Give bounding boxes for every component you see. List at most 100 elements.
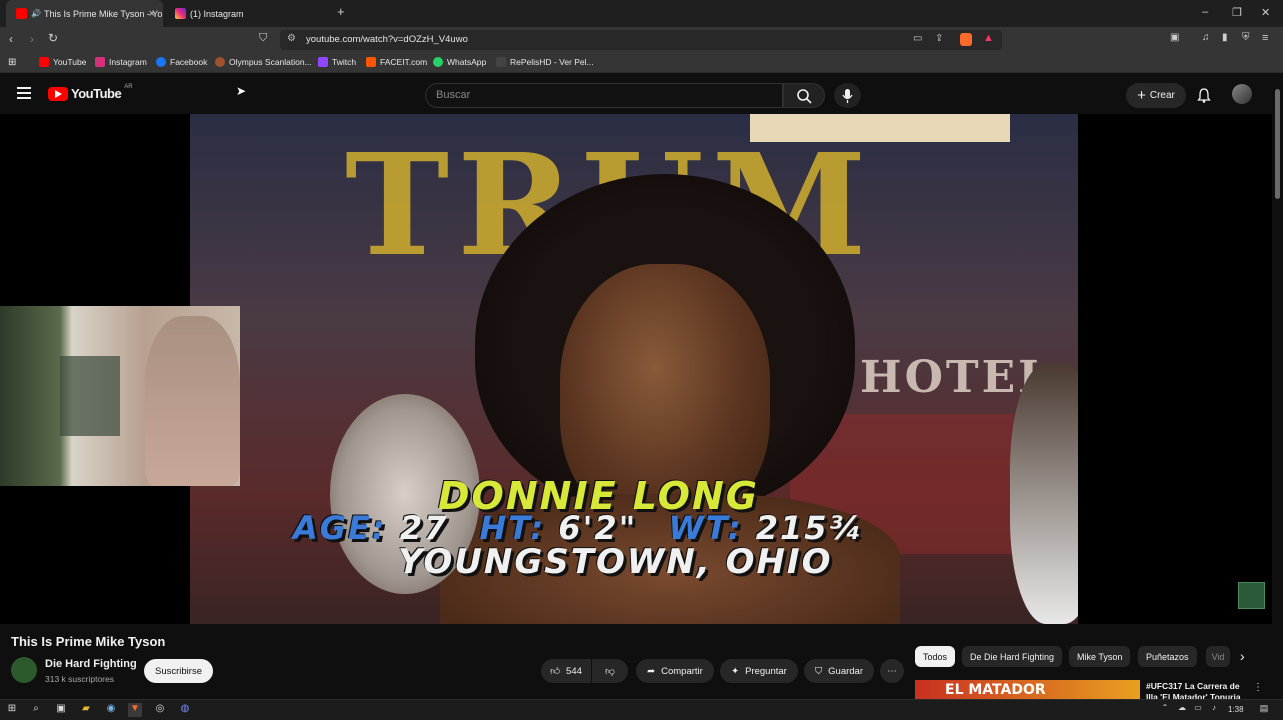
related-video-thumbnail[interactable]: EL MATADOR (915, 680, 1140, 700)
sparkle-icon: ✦ (731, 665, 740, 677)
steam-icon[interactable]: ◉ (104, 703, 118, 717)
menu-icon[interactable]: ≡ (1262, 32, 1268, 44)
chip-videos[interactable]: Vid (1206, 646, 1230, 667)
bookmark-repelishd[interactable]: RePelisHD - Ver Pel... (496, 57, 594, 67)
chevron-right-icon[interactable]: › (1240, 648, 1245, 664)
tray-chevron-icon[interactable]: ⌃ (1158, 703, 1172, 717)
tray-network-icon[interactable]: ▭ (1191, 703, 1205, 717)
create-button[interactable]: + Crear (1126, 83, 1186, 108)
chip-punches[interactable]: Puñetazos (1138, 646, 1197, 667)
bookmark-instagram[interactable]: Instagram (95, 57, 147, 67)
like-button[interactable]: 👍︎ 544 (541, 659, 591, 683)
webcam-overlay (0, 306, 240, 486)
tray-volume-icon[interactable]: ♪ (1207, 703, 1221, 717)
bookmark-whatsapp[interactable]: WhatsApp (433, 57, 486, 67)
youtube-logo[interactable]: YouTube AR (48, 83, 133, 101)
hamburger-menu-icon[interactable] (17, 87, 31, 99)
tray-cloud-icon[interactable]: ☁ (1175, 703, 1189, 717)
voice-search-button[interactable] (834, 83, 861, 108)
search-button[interactable] (783, 83, 825, 108)
close-tab-icon[interactable]: × (149, 8, 155, 20)
bookmark-icon[interactable]: ⛉ (259, 32, 267, 45)
ask-button[interactable]: ✦ Preguntar (720, 659, 798, 683)
faceit-icon (366, 57, 376, 67)
forward-icon[interactable]: › (30, 32, 34, 46)
save-button[interactable]: ⛉ Guardar (804, 659, 874, 683)
youtube-logo-text: YouTube (71, 86, 122, 101)
video-player[interactable]: TRUM HOTEL DONNIE LONG AGE: 27 HT: 6'2" … (0, 114, 1272, 624)
brave-shield-icon[interactable] (960, 33, 972, 46)
more-actions-button[interactable]: ⋯ (880, 659, 904, 683)
discord-icon[interactable]: ◍ (178, 703, 192, 717)
scrollbar-thumb[interactable] (1275, 89, 1280, 199)
speaker-icon: 🔊 (31, 9, 41, 18)
maximize-icon[interactable]: ❐ (1232, 6, 1242, 19)
user-avatar[interactable] (1232, 84, 1252, 104)
twitch-icon (318, 57, 328, 67)
region-code: AR (124, 83, 133, 90)
apps-icon[interactable]: ⊞ (8, 57, 16, 68)
subscribe-button[interactable]: Suscribirse (144, 659, 213, 683)
new-tab-button[interactable]: + (337, 4, 345, 19)
thumbs-up-icon: 👍︎ (550, 666, 561, 677)
bookmark-twitch[interactable]: Twitch (318, 57, 356, 67)
bookmark-youtube[interactable]: YouTube (39, 57, 86, 67)
media-icon[interactable]: ♫ (1202, 32, 1210, 43)
page-scrollbar[interactable] (1272, 77, 1283, 697)
youtube-icon (39, 57, 49, 67)
youtube-favicon-icon (16, 8, 27, 19)
dislike-button[interactable]: 👎︎ (592, 659, 628, 683)
plus-icon: + (1137, 87, 1146, 104)
bookmarks-bar: ⊞ YouTube Instagram Facebook Olympus Sca… (0, 53, 1283, 73)
share-icon[interactable]: ⇪ (935, 33, 943, 44)
minimize-icon[interactable]: – (1202, 6, 1208, 18)
more-dots-icon: ⋯ (887, 665, 897, 677)
repelishd-icon (496, 57, 506, 67)
reload-icon[interactable]: ↻ (48, 31, 58, 45)
channel-watermark-icon[interactable] (1238, 582, 1265, 609)
tab-instagram[interactable]: (1) Instagram (165, 0, 330, 27)
bookmark-faceit[interactable]: FACEIT.com (366, 57, 427, 67)
caption-hometown: YOUNGSTOWN, OHIO (398, 542, 833, 582)
related-more-icon[interactable]: ⋮ (1253, 682, 1263, 693)
back-icon[interactable]: ‹ (9, 32, 13, 46)
browser-tab-bar: 🔊 This Is Prime Mike Tyson - Yo × (1) In… (0, 0, 1283, 27)
olympus-icon (215, 57, 225, 67)
file-explorer-icon[interactable]: ▰ (79, 703, 93, 717)
bookmark-save-icon: ⛉ (815, 665, 823, 677)
obs-icon[interactable]: ◎ (153, 703, 167, 717)
chip-die-hard-fighting[interactable]: De Die Hard Fighting (962, 646, 1063, 667)
taskbar-search-icon[interactable]: ⌕ (29, 703, 43, 717)
brave-taskbar-icon[interactable]: ▼ (128, 703, 142, 717)
vpn-icon[interactable]: ⛨ (1242, 32, 1250, 43)
browser-toolbar: ‹ › ↻ ⛉ ⚙ youtube.com/watch?v=dOZzH_V4uw… (0, 27, 1283, 53)
channel-avatar[interactable] (11, 657, 37, 683)
bookmark-facebook[interactable]: Facebook (156, 57, 207, 67)
taskbar-clock[interactable]: 1:38 (1228, 705, 1244, 714)
site-info-icon[interactable]: ⚙ (287, 33, 296, 44)
chip-mike-tyson[interactable]: Mike Tyson (1069, 646, 1131, 667)
bookmark-olympus[interactable]: Olympus Scanlation... (215, 57, 312, 67)
sidebar-icon[interactable]: ▮ (1222, 32, 1228, 43)
chip-all[interactable]: Todos (915, 646, 956, 667)
channel-name[interactable]: Die Hard Fighting (45, 658, 137, 670)
share-button[interactable]: ➦ Compartir (636, 659, 714, 683)
microphone-icon (842, 89, 853, 103)
tab-youtube[interactable]: 🔊 This Is Prime Mike Tyson - Yo × (6, 0, 163, 27)
youtube-play-icon (48, 86, 68, 101)
subscriber-count: 313 k suscriptores (45, 674, 114, 684)
notifications-bell-icon[interactable] (1197, 88, 1211, 103)
address-bar[interactable]: ⚙ youtube.com/watch?v=dOZzH_V4uwo ▭ ⇪ ▲ (280, 30, 1002, 50)
task-view-icon[interactable]: ▣ (54, 703, 68, 717)
close-window-icon[interactable]: ✕ (1261, 6, 1270, 19)
windows-start-icon[interactable]: ⊞ (5, 703, 19, 717)
webcam-person (145, 316, 240, 486)
search-input[interactable]: Buscar (425, 83, 783, 108)
instagram-favicon-icon (175, 8, 186, 19)
notification-center-icon[interactable]: ▤ (1257, 703, 1271, 717)
cast-icon[interactable]: ▭ (913, 33, 922, 44)
tab-label: This Is Prime Mike Tyson - Yo (43, 8, 163, 19)
brave-rewards-icon[interactable]: ▲ (983, 32, 994, 44)
search-icon (797, 89, 812, 104)
screenshot-icon[interactable]: ▣ (1170, 32, 1179, 43)
